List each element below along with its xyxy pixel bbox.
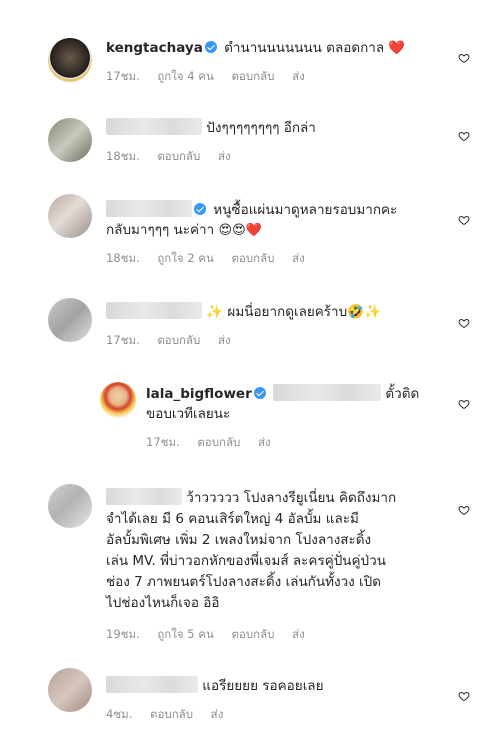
comment-text: ปังๆๆๆๆๆๆๆๆ อีกล่า — [206, 120, 316, 136]
avatar[interactable] — [48, 118, 92, 162]
comment-text: ตำนานนนนนนน ตลอดกาล — [224, 40, 385, 56]
like-heart-icon[interactable] — [458, 690, 470, 702]
verified-badge-icon — [194, 203, 206, 215]
comment-text-line: หนูซื้อแผ่นมาดูหลายรอบมากคะ — [213, 202, 398, 218]
username[interactable]: kengtachaya — [106, 40, 203, 56]
blurred-username — [106, 302, 202, 319]
verified-badge-icon — [253, 387, 266, 399]
timestamp: 18ชม. — [106, 251, 140, 265]
send-button[interactable]: ส่ง — [292, 627, 305, 641]
reply-button[interactable]: ตอบกลับ — [157, 149, 200, 163]
avatar[interactable] — [100, 382, 136, 418]
comment-text: แอรียยยย รอคอยเลย — [202, 678, 324, 694]
heart-emoji: ❤️ — [388, 40, 406, 56]
avatar[interactable] — [48, 194, 92, 238]
blurred-username — [106, 200, 192, 217]
timestamp: 19ชม. — [106, 627, 140, 641]
reply-button[interactable]: ตอบกลับ — [197, 435, 240, 449]
comment-body: หนูซื้อแผ่นมาดูหลายรอบมากคะ กลับมาๆๆๆ นะ… — [106, 200, 446, 241]
comment-text-line: ตั้วติด — [385, 386, 420, 402]
like-heart-icon[interactable] — [458, 214, 470, 226]
send-button[interactable]: ส่ง — [292, 251, 305, 265]
comment-text-line: อัลบั้มพิเศษ เพิ่ม 2 เพลงใหม่จาก โปงลางส… — [106, 532, 372, 548]
comment-item: หนูซื้อแผ่นมาดูหลายรอบมากคะ กลับมาๆๆๆ นะ… — [0, 180, 484, 290]
comment-text-line: ว้าววววว โปงลางรียูเนี่ยน คิดถึงมาก — [186, 490, 397, 506]
sparkle-emoji: ✨ — [206, 304, 224, 320]
like-heart-icon[interactable] — [458, 130, 470, 142]
comment-meta: 17ชม. ตอบกลับ ส่ง — [146, 434, 285, 452]
timestamp: 18ชม. — [106, 149, 140, 163]
send-button[interactable]: ส่ง — [218, 149, 231, 163]
verified-badge-icon — [204, 41, 217, 53]
send-button[interactable]: ส่ง — [292, 69, 305, 83]
comment-body: แอรียยยย รอคอยเลย — [106, 676, 446, 696]
comment-item: ว้าววววว โปงลางรียูเนี่ยน คิดถึงมาก จำได… — [0, 470, 484, 650]
comment-body: lala_bigflower ตั้วติด ขอบเวทีเลยนะ — [146, 384, 446, 424]
comment-text-line: ช่อง 7 ภาพยนตร์โปงลางสะดิ้ง เล่นกันทั้งว… — [106, 574, 381, 590]
avatar[interactable] — [48, 668, 92, 712]
comment-item: kengtachaya ตำนานนนนนนน ตลอดกาล ❤️ 17ชม.… — [0, 0, 484, 100]
send-button[interactable]: ส่ง — [218, 333, 231, 347]
comment-body: ✨ ผมนี่อยากดูเลยคร้าบ🤣✨ — [106, 302, 446, 322]
reply-button[interactable]: ตอบกลับ — [231, 69, 274, 83]
comment-item: ปังๆๆๆๆๆๆๆๆ อีกล่า 18ชม. ตอบกลับ ส่ง — [0, 100, 484, 180]
likes-count[interactable]: ถูกใจ 5 คน — [157, 627, 213, 641]
send-button[interactable]: ส่ง — [211, 707, 224, 721]
comment-text-line: เล่น MV. พี่บ่าวอกหักของพี่เจมส์ ละครคู่… — [106, 553, 386, 569]
blurred-username — [273, 384, 382, 401]
blurred-username — [106, 488, 182, 505]
likes-count[interactable]: ถูกใจ 2 คน — [157, 251, 213, 265]
timestamp: 17ชม. — [106, 333, 140, 347]
comment-item: ✨ ผมนี่อยากดูเลยคร้าบ🤣✨ 17ชม. ตอบกลับ ส่… — [0, 290, 484, 370]
comment-reply: lala_bigflower ตั้วติด ขอบเวทีเลยนะ 17ชม… — [0, 370, 484, 470]
comment-meta: 18ชม. ตอบกลับ ส่ง — [106, 148, 245, 166]
comment-body: ปังๆๆๆๆๆๆๆๆ อีกล่า — [106, 118, 436, 138]
emoji-group: 🤣✨ — [347, 304, 381, 320]
comment-meta: 17ชม. ตอบกลับ ส่ง — [106, 332, 245, 350]
blurred-username — [106, 118, 202, 135]
comment-text: ผมนี่อยากดูเลยคร้าบ — [227, 304, 348, 320]
username[interactable]: lala_bigflower — [146, 386, 252, 402]
reply-button[interactable]: ตอบกลับ — [231, 251, 274, 265]
like-heart-icon[interactable] — [458, 317, 470, 329]
comment-item: แอรียยยย รอคอยเลย 4ชม. ตอบกลับ ส่ง — [0, 650, 484, 729]
blurred-username — [106, 676, 198, 693]
avatar[interactable] — [48, 298, 92, 342]
timestamp: 17ชม. — [146, 435, 180, 449]
comment-meta: 18ชม. ถูกใจ 2 คน ตอบกลับ ส่ง — [106, 250, 319, 268]
like-heart-icon[interactable] — [458, 52, 470, 64]
emoji-group: 😍😍❤️ — [218, 223, 262, 238]
comment-meta: 4ชม. ตอบกลับ ส่ง — [106, 706, 237, 724]
comment-meta: 19ชม. ถูกใจ 5 คน ตอบกลับ ส่ง — [106, 626, 319, 644]
reply-button[interactable]: ตอบกลับ — [150, 707, 193, 721]
reply-button[interactable]: ตอบกลับ — [157, 333, 200, 347]
avatar[interactable] — [48, 38, 92, 82]
reply-button[interactable]: ตอบกลับ — [231, 627, 274, 641]
comment-body: ว้าววววว โปงลางรียูเนี่ยน คิดถึงมาก จำได… — [106, 488, 446, 614]
comment-text-line: ไปช่องไหนก็เจอ อิอิ — [106, 595, 220, 611]
timestamp: 17ชม. — [106, 69, 140, 83]
comment-text-line: จำได้เลย มี 6 คอนเสิร์ตใหญ่ 4 อัลบั้ม แล… — [106, 511, 359, 527]
send-button[interactable]: ส่ง — [258, 435, 271, 449]
comment-meta: 17ชม. ถูกใจ 4 คน ตอบกลับ ส่ง — [106, 68, 319, 86]
timestamp: 4ชม. — [106, 707, 133, 721]
likes-count[interactable]: ถูกใจ 4 คน — [157, 69, 213, 83]
comment-text-line: ขอบเวทีเลยนะ — [146, 406, 231, 422]
comment-text-line: กลับมาๆๆๆ นะค่าา — [106, 222, 215, 238]
like-heart-icon[interactable] — [458, 504, 470, 516]
comment-body: kengtachaya ตำนานนนนนนน ตลอดกาล ❤️ — [106, 38, 436, 58]
like-heart-icon[interactable] — [458, 398, 470, 410]
avatar[interactable] — [48, 484, 92, 528]
